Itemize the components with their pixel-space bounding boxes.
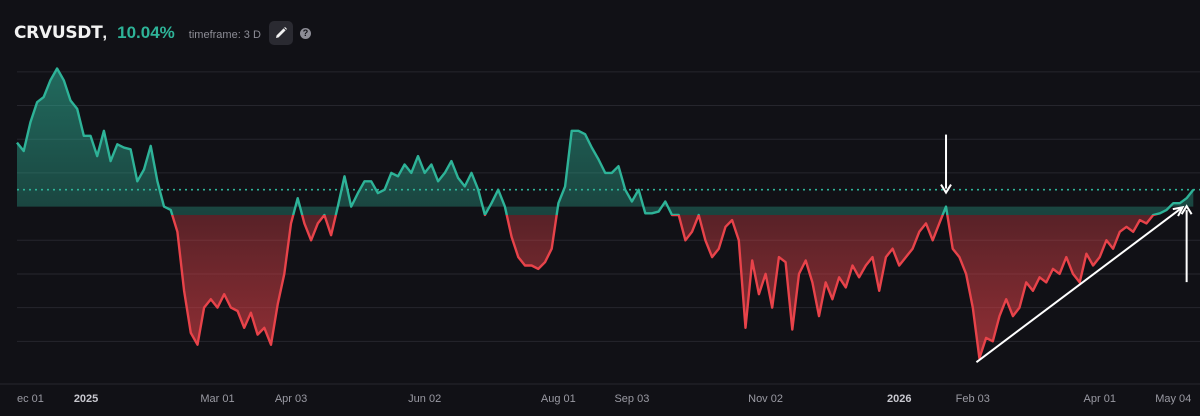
- x-tick-label: Feb 03: [956, 393, 990, 405]
- x-tick-label: Sep 03: [614, 393, 649, 405]
- x-tick-label: ec 01: [17, 393, 44, 405]
- x-axis: ec 01 2025 Mar 01 Apr 03 Jun 02 Aug 01 Sep 03 N…: [17, 393, 1191, 405]
- x-tick-label: 2025: [74, 393, 98, 405]
- oscillator-chart: ec 01 2025 Mar 01 Apr 03 Jun 02 Aug 01 Sep 03 N…: [0, 67, 1200, 405]
- x-tick-label: Jun 02: [408, 393, 441, 405]
- x-tick-label: May 04: [1155, 393, 1191, 405]
- series-areas: [17, 68, 1194, 359]
- x-tick-label: Apr 01: [1084, 393, 1116, 405]
- x-tick-label: Mar 01: [200, 393, 234, 405]
- x-tick-label: Apr 03: [275, 393, 307, 405]
- x-tick-label: Nov 02: [748, 393, 783, 405]
- x-tick-label: Aug 01: [541, 393, 576, 405]
- x-tick-label: 2026: [887, 393, 911, 405]
